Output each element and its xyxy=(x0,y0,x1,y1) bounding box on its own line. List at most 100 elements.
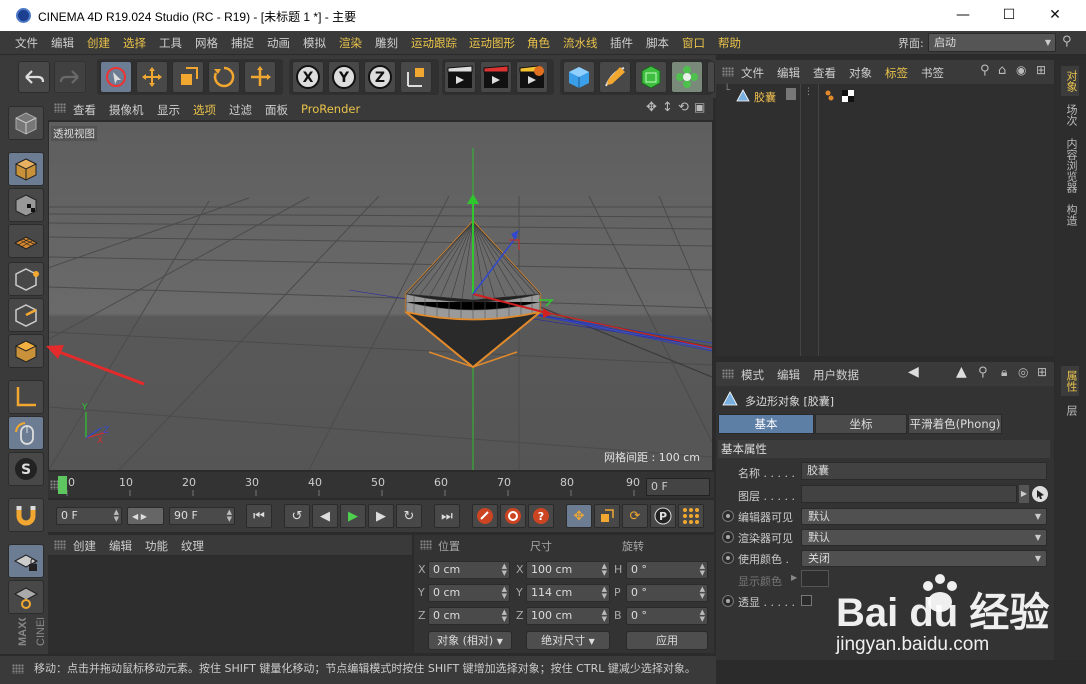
xray-radio[interactable] xyxy=(722,595,734,607)
editor-visible-select[interactable]: 默认 ▼ xyxy=(801,508,1047,525)
name-input[interactable]: 胶囊 xyxy=(801,462,1047,480)
viewport-menu-cameras[interactable]: 摄像机 xyxy=(109,102,144,118)
new-panel-icon[interactable]: ⊞ xyxy=(1036,63,1046,77)
menu-plugins[interactable]: 插件 xyxy=(610,35,633,51)
size-mode-select[interactable]: 绝对尺寸 ▼ xyxy=(526,631,610,650)
end-frame-field[interactable]: 90 F ▲ ▼ xyxy=(169,507,235,525)
menu-sculpt[interactable]: 雕刻 xyxy=(375,35,398,51)
size-z-field[interactable]: 100 cm ▲ ▼ xyxy=(526,607,610,625)
timeline-playhead[interactable] xyxy=(58,476,67,494)
rotate-tool-button[interactable] xyxy=(208,61,240,93)
object-menu-file[interactable]: 文件 xyxy=(741,65,764,81)
make-editable-button[interactable] xyxy=(8,106,44,140)
redo-button[interactable] xyxy=(54,61,86,93)
material-list-area[interactable] xyxy=(48,556,412,653)
z-axis-lock-button[interactable]: Z xyxy=(364,61,396,93)
viewport-menu-view[interactable]: 查看 xyxy=(73,102,96,118)
menu-animate[interactable]: 动画 xyxy=(267,35,290,51)
vtab-content-browser[interactable]: 内容浏览器 xyxy=(1061,134,1079,196)
menu-mograph[interactable]: 运动图形 xyxy=(469,35,515,51)
go-to-end-button[interactable]: ⏭ xyxy=(434,504,460,528)
rotation-b-field[interactable]: 0 ° ▲ ▼ xyxy=(626,607,708,625)
rotation-p-field[interactable]: 0 ° ▲ ▼ xyxy=(626,584,708,602)
tab-phong[interactable]: 平滑着色(Phong) xyxy=(908,414,1002,434)
new-panel-icon[interactable]: ⊞ xyxy=(1037,365,1047,379)
menu-edit[interactable]: 编辑 xyxy=(51,35,74,51)
menu-motion-tracking[interactable]: 运动跟踪 xyxy=(411,35,457,51)
start-frame-field[interactable]: 0 F ▲ ▼ xyxy=(56,507,122,525)
live-selection-button[interactable] xyxy=(100,61,132,93)
play-button[interactable]: ▶ xyxy=(340,504,366,528)
axis-mode-button[interactable] xyxy=(8,380,44,414)
tab-coordinates[interactable]: 坐标 xyxy=(815,414,907,434)
spinner-icon[interactable]: ▲ ▼ xyxy=(700,609,705,623)
material-menu-edit[interactable]: 编辑 xyxy=(109,538,132,554)
use-color-radio[interactable] xyxy=(722,552,734,564)
keyframe-selection-button[interactable]: ? xyxy=(528,504,554,528)
spinner-icon[interactable]: ▲ ▼ xyxy=(502,563,507,577)
object-menu-objects[interactable]: 对象 xyxy=(849,65,872,81)
viewport-menu-prorender[interactable]: ProRender xyxy=(301,102,360,116)
close-button[interactable]: ✕ xyxy=(1032,0,1078,31)
timeline-ruler[interactable]: 0 10 20 30 40 50 60 70 80 90 xyxy=(48,472,714,498)
add-cube-button[interactable] xyxy=(563,61,595,93)
menu-file[interactable]: 文件 xyxy=(15,35,38,51)
render-view-button[interactable] xyxy=(444,61,476,93)
texture-mode-button[interactable] xyxy=(8,188,44,222)
position-x-field[interactable]: 0 cm ▲ ▼ xyxy=(428,561,510,579)
editor-visible-radio[interactable] xyxy=(722,510,734,522)
record-keys-button[interactable] xyxy=(472,504,498,528)
edges-mode-button[interactable] xyxy=(8,298,44,332)
pick-cursor-icon[interactable] xyxy=(1031,485,1049,503)
layer-arrow-icon[interactable]: ▶ xyxy=(1019,485,1029,503)
go-to-start-button[interactable]: ⏮ xyxy=(246,504,272,528)
rotation-h-field[interactable]: 0 ° ▲ ▼ xyxy=(626,561,708,579)
position-y-field[interactable]: 0 cm ▲ ▼ xyxy=(428,584,510,602)
spinner-icon[interactable]: ▲ ▼ xyxy=(114,509,119,523)
spinner-icon[interactable]: ▲ ▼ xyxy=(502,586,507,600)
spinner-icon[interactable]: ▲ ▼ xyxy=(602,586,607,600)
transform-tool-button[interactable] xyxy=(244,61,276,93)
viewport-menu-panel[interactable]: 面板 xyxy=(265,102,288,118)
eye-icon[interactable]: ◉ xyxy=(1016,63,1026,77)
auto-key-button[interactable] xyxy=(500,504,526,528)
add-mograph-cloner-button[interactable] xyxy=(671,61,703,93)
add-spline-pen-button[interactable] xyxy=(599,61,631,93)
layout-select[interactable]: 启动 ▼ xyxy=(928,33,1056,52)
perspective-viewport[interactable]: Y Z X 透视视图 网格间距 : 100 cm xyxy=(49,122,712,470)
x-axis-lock-button[interactable]: X xyxy=(292,61,324,93)
target-icon[interactable]: ◎ xyxy=(1018,365,1028,379)
search-icon[interactable]: ⚲ xyxy=(1062,34,1072,49)
visibility-dots-icon[interactable]: ⋮ xyxy=(804,87,813,97)
move-tool-button[interactable] xyxy=(136,61,168,93)
object-tree[interactable]: └ 胶囊 ⋮ xyxy=(716,84,1054,356)
display-color-swatch[interactable] xyxy=(801,570,829,587)
gizmo-y-arrow-icon[interactable] xyxy=(467,194,479,204)
object-menu-tags[interactable]: 标签 xyxy=(885,65,908,81)
use-color-select[interactable]: 关闭 ▼ xyxy=(801,550,1047,567)
menu-window[interactable]: 窗口 xyxy=(682,35,705,51)
workplane-mode-button[interactable] xyxy=(8,224,44,258)
size-x-field[interactable]: 100 cm ▲ ▼ xyxy=(526,561,610,579)
gizmo-z-arrow-icon[interactable] xyxy=(511,230,519,240)
home-icon[interactable]: ⌂ xyxy=(998,63,1006,78)
render-visible-radio[interactable] xyxy=(722,531,734,543)
menu-snap[interactable]: 捕捉 xyxy=(231,35,254,51)
prev-frame-button[interactable]: ◀ xyxy=(312,504,338,528)
magnet-button[interactable] xyxy=(8,498,44,532)
xray-checkbox[interactable] xyxy=(801,595,812,606)
viewport-maximize-icon[interactable]: ▣ xyxy=(694,100,705,114)
vtab-layers[interactable]: 层 xyxy=(1061,400,1079,420)
menu-simulate[interactable]: 模拟 xyxy=(303,35,326,51)
spinner-icon[interactable]: ▲ ▼ xyxy=(700,586,705,600)
frame-range-slider[interactable]: ◀ ▶ xyxy=(127,507,164,525)
viewport-menu-options[interactable]: 选项 xyxy=(193,102,216,118)
render-settings-button[interactable] xyxy=(516,61,548,93)
attr-menu-edit[interactable]: 编辑 xyxy=(777,367,800,383)
next-frame-button[interactable]: ▶ xyxy=(368,504,394,528)
object-menu-edit[interactable]: 编辑 xyxy=(777,65,800,81)
render-visible-select[interactable]: 默认 ▼ xyxy=(801,529,1047,546)
vtab-takes[interactable]: 场次 xyxy=(1061,100,1079,130)
search-icon[interactable]: ⚲ xyxy=(980,63,990,78)
lock-icon[interactable]: 🔒︎ xyxy=(1001,365,1007,380)
